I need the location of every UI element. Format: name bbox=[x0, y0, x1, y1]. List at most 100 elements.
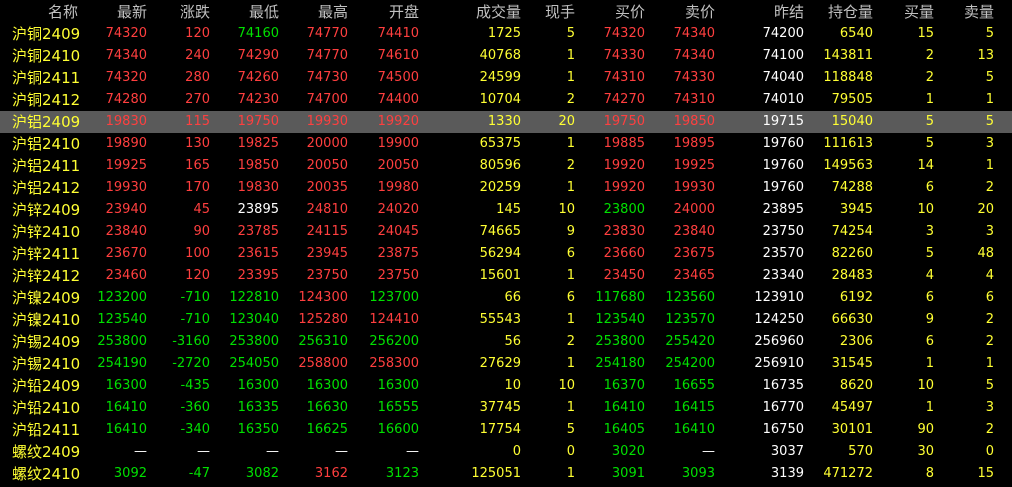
table-row[interactable]: 沪铅2411 16410 -340 16350 16625 16600 17754 5 1640… bbox=[0, 419, 1012, 441]
contract-name: 螺纹2410 bbox=[12, 465, 81, 483]
change-cell: -47 bbox=[188, 466, 210, 481]
table-row[interactable]: 沪铝2412 19930 170 19830 20035 19980 20259 1 19920… bbox=[0, 177, 1012, 199]
low-price-cell: 74160 bbox=[237, 26, 279, 41]
low-price-cell: 23785 bbox=[237, 224, 279, 239]
volume-cell: 10704 bbox=[479, 92, 521, 107]
header-latest[interactable]: 最新 bbox=[117, 1, 147, 23]
bid-volume-cell: 90 bbox=[917, 422, 934, 437]
contract-name: 沪铅2410 bbox=[12, 399, 81, 417]
open-interest-cell: 143811 bbox=[823, 48, 873, 63]
bid-volume-cell: 1 bbox=[925, 400, 934, 415]
header-bid[interactable]: 买价 bbox=[615, 1, 645, 23]
header-name[interactable]: 名称 bbox=[48, 1, 78, 23]
open-interest-cell: 6192 bbox=[839, 290, 873, 305]
open-interest-cell: 74254 bbox=[831, 224, 873, 239]
ask-price-cell: 123570 bbox=[665, 312, 715, 327]
header-ask[interactable]: 卖价 bbox=[685, 1, 715, 23]
latest-price-cell: — bbox=[134, 444, 147, 459]
table-row[interactable]: 沪锌2411 23670 100 23615 23945 23875 56294 6 23660… bbox=[0, 243, 1012, 265]
change-cell: -435 bbox=[180, 378, 210, 393]
table-row[interactable]: 沪锌2412 23460 120 23395 23750 23750 15601 1 23450… bbox=[0, 265, 1012, 287]
table-row[interactable]: 沪锡2409 253800 -3160 253800 256310 256200 56 2 25… bbox=[0, 331, 1012, 353]
ask-price-cell: 74310 bbox=[673, 92, 715, 107]
contract-name: 沪铅2409 bbox=[12, 377, 81, 395]
open-interest-cell: 8620 bbox=[839, 378, 873, 393]
volume-cell: 27629 bbox=[479, 356, 521, 371]
open-interest-cell: 74288 bbox=[831, 180, 873, 195]
prev-settle-cell: 3037 bbox=[770, 444, 804, 459]
prev-settle-cell: 124250 bbox=[754, 312, 804, 327]
table-row[interactable]: 螺纹2409 — — — — — 0 0 3020 — 3037 570 30 0 bbox=[0, 441, 1012, 463]
change-cell: 45 bbox=[193, 202, 210, 217]
bid-volume-cell: 15 bbox=[917, 26, 934, 41]
bid-price-cell: 117680 bbox=[595, 290, 645, 305]
ask-price-cell: 19850 bbox=[673, 114, 715, 129]
table-row[interactable]: 沪铅2410 16410 -360 16335 16630 16555 37745 1 1641… bbox=[0, 397, 1012, 419]
table-row[interactable]: 沪镍2409 123200 -710 122810 124300 123700 66 6 117… bbox=[0, 287, 1012, 309]
header-open-interest[interactable]: 持仓量 bbox=[828, 1, 873, 23]
bid-volume-cell: 6 bbox=[925, 290, 934, 305]
low-price-cell: 23895 bbox=[237, 202, 279, 217]
open-interest-cell: 31545 bbox=[831, 356, 873, 371]
ask-volume-cell: 1 bbox=[985, 356, 994, 371]
table-row[interactable]: 沪锌2409 23940 45 23895 24810 24020 145 10 23800 24… bbox=[0, 199, 1012, 221]
open-price-cell: 23875 bbox=[377, 246, 419, 261]
header-current-hand[interactable]: 现手 bbox=[545, 1, 575, 23]
header-bid-volume[interactable]: 买量 bbox=[904, 1, 934, 23]
latest-price-cell: 23840 bbox=[105, 224, 147, 239]
header-prev-settle[interactable]: 昨结 bbox=[774, 1, 804, 23]
ask-price-cell: 19930 bbox=[673, 180, 715, 195]
table-row[interactable]: 沪锌2410 23840 90 23785 24115 24045 74665 9 23830 2… bbox=[0, 221, 1012, 243]
latest-price-cell: 19890 bbox=[105, 136, 147, 151]
open-interest-cell: 118848 bbox=[823, 70, 873, 85]
table-row[interactable]: 沪铜2409 74320 120 74160 74770 74410 1725 5 74320 7… bbox=[0, 23, 1012, 45]
ask-price-cell: — bbox=[702, 444, 715, 459]
futures-quote-board: 名称 最新 涨跌 最低 最高 开盘 成交量 现手 买价 卖价 昨结 持仓量 买量… bbox=[0, 0, 1012, 487]
table-row[interactable]: 沪铅2409 16300 -435 16300 16300 16300 10 10 16370 1… bbox=[0, 375, 1012, 397]
header-volume[interactable]: 成交量 bbox=[476, 1, 521, 23]
open-interest-cell: 82260 bbox=[831, 246, 873, 261]
high-price-cell: 124300 bbox=[298, 290, 348, 305]
bid-price-cell: 16370 bbox=[603, 378, 645, 393]
high-price-cell: 24810 bbox=[306, 202, 348, 217]
header-open[interactable]: 开盘 bbox=[389, 1, 419, 23]
change-cell: -340 bbox=[180, 422, 210, 437]
bid-volume-cell: 14 bbox=[917, 158, 934, 173]
table-row[interactable]: 沪镍2410 123540 -710 123040 125280 124410 55543 1… bbox=[0, 309, 1012, 331]
table-row[interactable]: 螺纹2410 3092 -47 3082 3162 3123 125051 1 3091 3093… bbox=[0, 463, 1012, 485]
current-hand-cell: 1 bbox=[566, 400, 575, 415]
table-row[interactable]: 沪铜2410 74340 240 74290 74770 74610 40768 1 74330… bbox=[0, 45, 1012, 67]
table-row[interactable]: 沪铜2411 74320 280 74260 74730 74500 24599 1 74310… bbox=[0, 67, 1012, 89]
change-cell: 270 bbox=[185, 92, 210, 107]
low-price-cell: 74290 bbox=[237, 48, 279, 63]
header-ask-volume[interactable]: 卖量 bbox=[964, 1, 994, 23]
ask-price-cell: 254200 bbox=[665, 356, 715, 371]
bid-price-cell: 23660 bbox=[603, 246, 645, 261]
table-row[interactable]: 沪铝2409 19830 115 19750 19930 19920 1330 20 19750… bbox=[0, 111, 1012, 133]
volume-cell: 24599 bbox=[479, 70, 521, 85]
current-hand-cell: 2 bbox=[566, 158, 575, 173]
header-change[interactable]: 涨跌 bbox=[180, 1, 210, 23]
table-row[interactable]: 沪铝2410 19890 130 19825 20000 19900 65375 1 19885… bbox=[0, 133, 1012, 155]
latest-price-cell: 254190 bbox=[97, 356, 147, 371]
header-low[interactable]: 最低 bbox=[249, 1, 279, 23]
header-high[interactable]: 最高 bbox=[318, 1, 348, 23]
current-hand-cell: 1 bbox=[566, 268, 575, 283]
table-row[interactable]: 沪铝2411 19925 165 19850 20050 20050 80596 2 19920… bbox=[0, 155, 1012, 177]
table-row[interactable]: 沪锡2410 254190 -2720 254050 258800 258300 27629… bbox=[0, 353, 1012, 375]
volume-cell: 10 bbox=[504, 378, 521, 393]
bid-price-cell: 3091 bbox=[611, 466, 645, 481]
open-price-cell: 74500 bbox=[377, 70, 419, 85]
low-price-cell: 74230 bbox=[237, 92, 279, 107]
ask-price-cell: 74340 bbox=[673, 48, 715, 63]
ask-volume-cell: 5 bbox=[985, 26, 994, 41]
current-hand-cell: 1 bbox=[566, 70, 575, 85]
open-interest-cell: 3945 bbox=[839, 202, 873, 217]
ask-volume-cell: 6 bbox=[985, 290, 994, 305]
open-interest-cell: 111613 bbox=[823, 136, 873, 151]
table-row[interactable]: 沪铜2412 74280 270 74230 74700 74400 10704 2 74270… bbox=[0, 89, 1012, 111]
contract-name: 沪锡2409 bbox=[12, 333, 81, 351]
low-price-cell: 16300 bbox=[237, 378, 279, 393]
current-hand-cell: 10 bbox=[558, 378, 575, 393]
latest-price-cell: 19830 bbox=[105, 114, 147, 129]
